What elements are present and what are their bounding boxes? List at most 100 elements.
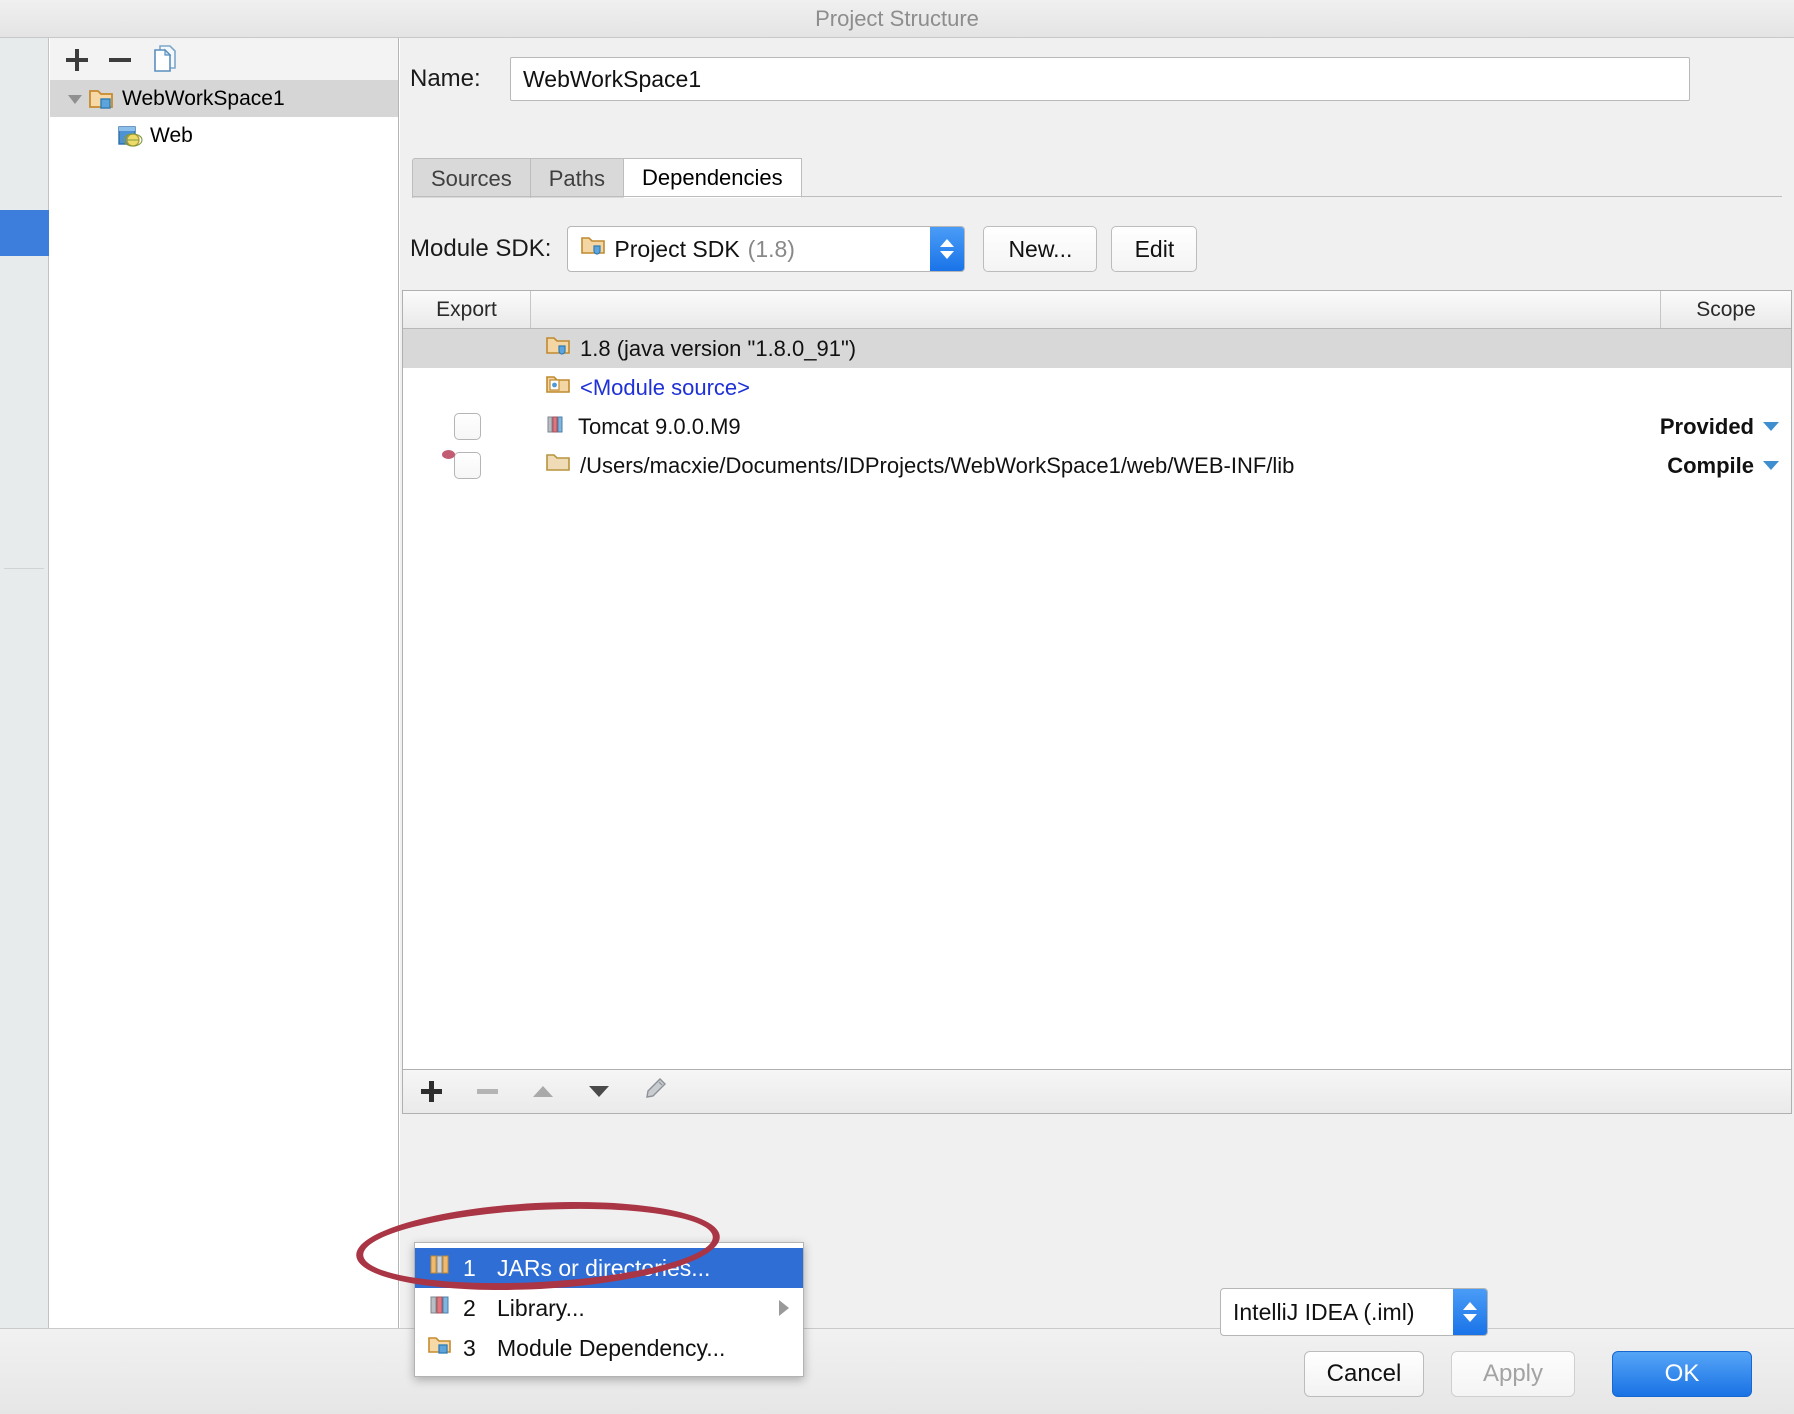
copy-module-button[interactable]: [150, 44, 180, 74]
submenu-arrow-icon: [779, 1300, 789, 1316]
module-sdk-row: Module SDK: Project SDK (1.8) New... Edi…: [400, 220, 1794, 278]
menu-item-label: Library...: [497, 1294, 585, 1321]
jdk-folder-icon: [545, 335, 571, 363]
module-source-icon: [545, 374, 571, 402]
dialog-footer: Cancel Apply OK: [0, 1328, 1794, 1414]
module-folder-icon: [427, 1333, 453, 1363]
dependency-name-cell: Tomcat 9.0.0.M9: [531, 413, 1651, 441]
module-sdk-combobox[interactable]: Project SDK (1.8): [567, 226, 966, 272]
module-name-label: Name:: [410, 65, 481, 92]
scope-cell[interactable]: Compile: [1651, 453, 1791, 479]
minus-icon: [476, 1089, 498, 1094]
triangle-down-icon: [589, 1086, 609, 1097]
move-down-button[interactable]: [585, 1078, 613, 1106]
table-row[interactable]: Tomcat 9.0.0.M9 Provided: [403, 407, 1791, 446]
scope-value: Compile: [1667, 452, 1754, 478]
menu-item-jars-or-directories[interactable]: 1 JARs or directories...: [415, 1248, 803, 1288]
chevron-down-icon: [940, 251, 955, 259]
folder-icon: [545, 452, 571, 480]
minus-icon: [109, 58, 131, 62]
add-dependency-context-menu: 1 JARs or directories... 2 Library... 3 …: [414, 1242, 804, 1377]
chevron-down-icon: [1763, 422, 1779, 431]
scope-cell[interactable]: Provided: [1651, 414, 1791, 440]
format-stepper-arrows[interactable]: [1453, 1289, 1487, 1335]
dependency-name-cell: <Module source>: [531, 374, 1651, 402]
sidebar-item-webworkspace1[interactable]: WebWorkSpace1: [50, 80, 398, 117]
export-checkbox[interactable]: [453, 413, 481, 440]
module-sdk-version: (1.8): [747, 235, 795, 262]
copy-icon: [151, 43, 179, 78]
chevron-down-icon: [1463, 1314, 1477, 1322]
library-icon: [427, 1293, 453, 1323]
modules-sidebar: WebWorkSpace1 Web: [50, 38, 399, 1328]
jdk-folder-icon: [580, 235, 606, 263]
annotation-dot: [442, 450, 455, 459]
table-row[interactable]: 1.8 (java version "1.8.0_91"): [403, 329, 1791, 368]
menu-item-label: JARs or directories...: [497, 1254, 711, 1281]
plus-icon: [420, 1081, 442, 1102]
move-up-button[interactable]: [529, 1078, 557, 1106]
triangle-up-icon: [533, 1086, 553, 1097]
tab-paths[interactable]: Paths: [529, 158, 623, 198]
module-format-combobox[interactable]: IntelliJ IDEA (.iml): [1220, 1288, 1488, 1336]
module-sdk-label: Module SDK:: [410, 235, 552, 262]
module-name-row: Name:: [400, 52, 1794, 106]
menu-item-number: 2: [463, 1294, 476, 1321]
dependencies-toolbar: [402, 1070, 1792, 1114]
export-cell: [403, 413, 531, 440]
sidebar-toolbar: [50, 38, 398, 80]
chevron-down-icon[interactable]: [62, 92, 88, 106]
module-name-input[interactable]: [510, 57, 1690, 101]
project-structure-dialog: Project Structure WebWorkSpace1 Web Name…: [0, 0, 1794, 1414]
cancel-button[interactable]: Cancel: [1304, 1351, 1424, 1397]
scope-value: Provided: [1659, 413, 1754, 439]
table-row[interactable]: <Module source>: [403, 368, 1791, 407]
chevron-up-icon: [940, 239, 955, 247]
add-dependency-button[interactable]: [417, 1078, 445, 1106]
dependency-label: Tomcat 9.0.0.M9: [578, 413, 741, 439]
table-row[interactable]: /Users/macxie/Documents/IDProjects/WebWo…: [403, 446, 1791, 485]
dependency-label: <Module source>: [580, 374, 750, 400]
table-header-row: Export Scope: [403, 291, 1791, 329]
dependency-label: 1.8 (java version "1.8.0_91"): [580, 335, 857, 361]
remove-dependency-button[interactable]: [473, 1078, 501, 1106]
tab-dependencies[interactable]: Dependencies: [622, 158, 802, 198]
plus-icon: [66, 49, 88, 71]
menu-item-number: 3: [463, 1334, 476, 1361]
dependencies-table: Export Scope 1.8 (java version "1.8.0_91…: [402, 290, 1792, 1070]
chevron-up-icon: [1463, 1302, 1477, 1310]
dependency-label: /Users/macxie/Documents/IDProjects/WebWo…: [580, 452, 1295, 478]
selected-category-marker[interactable]: [0, 210, 49, 256]
jars-icon: [427, 1253, 453, 1283]
menu-item-library[interactable]: 2 Library...: [415, 1288, 803, 1328]
add-module-button[interactable]: [62, 46, 92, 74]
ok-button[interactable]: OK: [1612, 1351, 1752, 1397]
web-facet-icon: [116, 124, 144, 148]
edit-dependency-button[interactable]: [641, 1078, 669, 1106]
sidebar-item-web[interactable]: Web: [50, 117, 398, 154]
new-sdk-button[interactable]: New...: [983, 226, 1098, 272]
window-title: Project Structure: [815, 6, 979, 31]
library-icon: [545, 413, 569, 441]
chevron-down-icon: [1763, 461, 1779, 470]
left-category-strip: [0, 38, 49, 1328]
column-header-export[interactable]: Export: [403, 291, 531, 328]
module-format-value: IntelliJ IDEA (.iml): [1233, 1298, 1415, 1325]
export-checkbox[interactable]: [453, 452, 481, 479]
sidebar-item-label: WebWorkSpace1: [122, 86, 285, 110]
sidebar-item-label: Web: [150, 123, 193, 147]
pencil-icon: [642, 1076, 668, 1107]
sdk-stepper-arrows[interactable]: [930, 227, 965, 271]
tab-sources[interactable]: Sources: [412, 158, 530, 198]
dependency-name-cell: /Users/macxie/Documents/IDProjects/WebWo…: [531, 452, 1651, 480]
menu-item-label: Module Dependency...: [497, 1334, 726, 1361]
menu-item-module-dependency[interactable]: 3 Module Dependency...: [415, 1328, 803, 1368]
module-tabs: Sources Paths Dependencies: [412, 156, 802, 198]
remove-module-button[interactable]: [105, 46, 135, 74]
column-header-name[interactable]: [531, 291, 1661, 328]
apply-button[interactable]: Apply: [1451, 1351, 1575, 1397]
export-cell: [403, 452, 531, 479]
edit-sdk-button[interactable]: Edit: [1111, 226, 1198, 272]
menu-item-number: 1: [463, 1254, 476, 1281]
column-header-scope[interactable]: Scope: [1661, 291, 1791, 328]
